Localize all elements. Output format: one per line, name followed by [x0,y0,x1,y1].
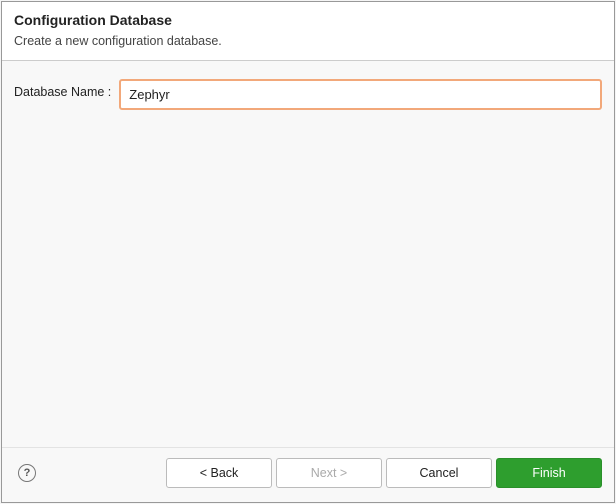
dialog-body: Database Name : [2,61,614,447]
back-button[interactable]: < Back [166,458,272,488]
finish-button[interactable]: Finish [496,458,602,488]
dialog-subtitle: Create a new configuration database. [14,34,602,48]
database-name-label: Database Name : [14,79,111,99]
dialog-header: Configuration Database Create a new conf… [2,2,614,61]
dialog-footer: ? < Back Next > Cancel Finish [2,447,614,502]
help-icon[interactable]: ? [18,464,36,482]
cancel-button[interactable]: Cancel [386,458,492,488]
wizard-dialog: Configuration Database Create a new conf… [1,1,615,503]
database-name-input[interactable] [119,79,602,110]
dialog-title: Configuration Database [14,12,602,28]
next-button: Next > [276,458,382,488]
